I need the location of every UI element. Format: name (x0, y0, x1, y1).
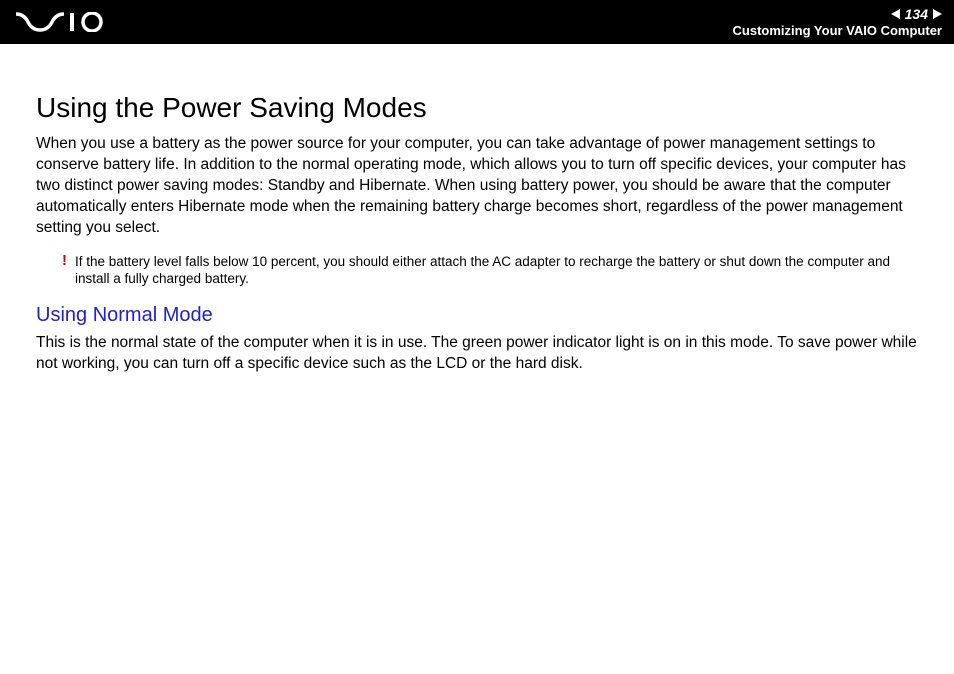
header-right: 134 Customizing Your VAIO Computer (733, 6, 942, 38)
sub-body-text: This is the normal state of the computer… (36, 333, 918, 375)
page-title: Using the Power Saving Modes (36, 92, 918, 124)
subheading: Using Normal Mode (36, 304, 918, 327)
vaio-logo-svg (16, 12, 112, 32)
page-number: 134 (903, 6, 930, 22)
page-nav: 134 (733, 6, 942, 22)
header-bar: 134 Customizing Your VAIO Computer (0, 0, 954, 44)
warning-text: If the battery level falls below 10 perc… (75, 253, 918, 288)
warning-note: ! If the battery level falls below 10 pe… (36, 253, 918, 288)
warning-icon: ! (62, 253, 67, 270)
vaio-logo (16, 12, 112, 32)
intro-paragraph: When you use a battery as the power sour… (36, 134, 918, 239)
prev-page-icon[interactable] (891, 9, 900, 19)
section-label: Customizing Your VAIO Computer (733, 23, 942, 38)
content-area: Using the Power Saving Modes When you us… (0, 44, 954, 409)
next-page-icon[interactable] (933, 9, 942, 19)
